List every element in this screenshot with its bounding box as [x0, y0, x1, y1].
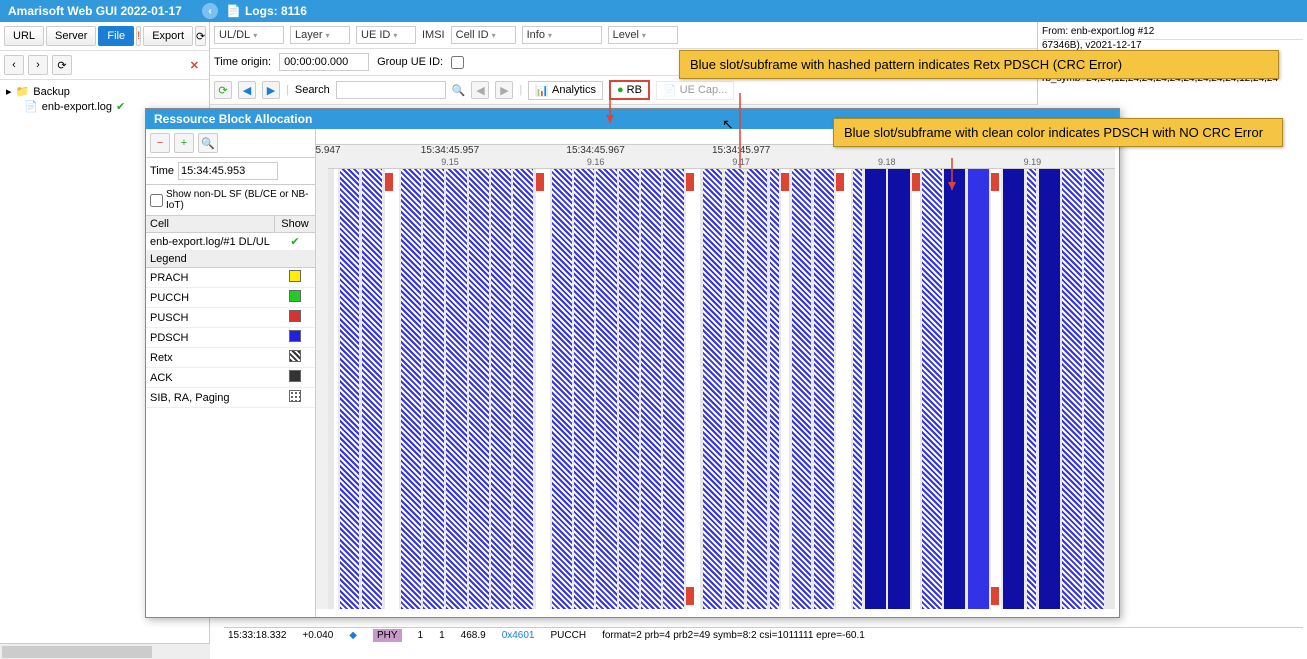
rb-cell-table: Cell Show enb-export.log/#1 DL/UL ✔ Lege…: [146, 216, 315, 408]
arrow-retx-to-rb: [600, 93, 750, 188]
app-title: Amarisoft Web GUI 2022-01-17: [8, 4, 182, 18]
rb-left-panel: − + 🔍 Time Show non-DL SF (BL/CE or NB-I…: [146, 129, 316, 617]
filter-uldl[interactable]: UL/DL▾: [214, 26, 284, 44]
zoom-fit-icon[interactable]: 🔍: [198, 133, 218, 153]
server-button[interactable]: Server: [46, 26, 96, 46]
app-header: Amarisoft Web GUI 2022-01-17 ‹ 📄 Logs: 8…: [0, 0, 1307, 22]
chart-plot: [328, 169, 1115, 609]
error-icon[interactable]: !: [136, 26, 141, 46]
status-rest: format=2 prb=4 prb2=49 symb=8:2 csi=1011…: [602, 630, 865, 641]
show-nondl-checkbox[interactable]: [150, 194, 163, 207]
next-icon[interactable]: ›: [28, 55, 48, 75]
show-nondl-label: Show non-DL SF (BL/CE or NB-IoT): [166, 189, 311, 211]
left-toolbar: URL Server File ! Export ⟳: [0, 22, 209, 51]
hscroll-thumb[interactable]: [2, 646, 152, 658]
legend-row-retx: Retx: [146, 348, 315, 368]
dir-icon: ◆: [349, 630, 357, 641]
prev-icon[interactable]: ‹: [4, 55, 24, 75]
status-c2: 1: [439, 630, 445, 641]
legend-header: Legend: [146, 251, 315, 268]
file-icon: 📄: [24, 100, 38, 113]
status-c1: 1: [418, 630, 424, 641]
group-ueid-label: Group UE ID:: [377, 56, 443, 68]
rb-time-input[interactable]: [178, 162, 278, 180]
legend-row-pusch: PUSCH: [146, 308, 315, 328]
legend-row-ack: ACK: [146, 368, 315, 388]
doc-icon: 📄: [226, 4, 241, 18]
logs-title: Logs: 8116: [245, 4, 307, 18]
cell-row[interactable]: enb-export.log/#1 DL/UL ✔: [146, 233, 315, 251]
group-ueid-checkbox[interactable]: [451, 56, 464, 69]
back-icon[interactable]: ‹: [202, 3, 218, 19]
search-label: Search: [295, 84, 330, 96]
time-origin-input[interactable]: [279, 53, 369, 71]
nav-prev-icon[interactable]: ◀: [238, 81, 256, 99]
filter-ueid[interactable]: UE ID▾: [356, 26, 416, 44]
filter-imsi-label: IMSI: [422, 29, 445, 41]
legend-row-pucch: PUCCH: [146, 288, 315, 308]
filter-info[interactable]: Info▾: [522, 26, 602, 44]
info-from: From: enb-export.log #12: [1042, 24, 1303, 40]
nav-next-icon[interactable]: ▶: [262, 81, 280, 99]
callout-clean: Blue slot/subframe with clean color indi…: [833, 118, 1283, 147]
search-input[interactable]: [336, 81, 446, 99]
chart-area: 5.94715:34:45.95715:34:45.96715:34:45.97…: [328, 145, 1115, 609]
triangle-icon: ▸: [6, 85, 12, 98]
refresh2-icon[interactable]: ⟳: [52, 55, 72, 75]
status-c4: 0x4601: [502, 630, 535, 641]
filter-cellid[interactable]: Cell ID▾: [451, 26, 516, 44]
check-icon: ✔: [116, 100, 125, 113]
url-button[interactable]: URL: [4, 26, 44, 46]
zoom-out-icon[interactable]: −: [150, 133, 170, 153]
filter-level[interactable]: Level▾: [608, 26, 678, 44]
legend-row-sib-ra-paging: SIB, RA, Paging: [146, 388, 315, 408]
arrow-clean: [942, 158, 962, 198]
rb-time-label: Time: [150, 165, 174, 177]
export-button[interactable]: Export: [143, 26, 193, 46]
callout-retx: Blue slot/subframe with hashed pattern i…: [679, 50, 1279, 79]
cell-header: Cell: [146, 216, 275, 232]
status-delta: +0.040: [302, 630, 333, 641]
binoculars-icon[interactable]: 🔍: [452, 84, 466, 97]
cursor-icon: ↖: [722, 116, 734, 133]
status-row: 15:33:18.332 +0.040 ◆ PHY 1 1 468.9 0x46…: [224, 627, 1303, 643]
reload-icon[interactable]: ⟳: [214, 81, 232, 99]
file-button[interactable]: File: [98, 26, 134, 46]
chart-y-axis: [316, 145, 328, 609]
clear-icon[interactable]: ✕: [184, 57, 205, 74]
folder-icon: 📁: [16, 85, 30, 98]
status-time: 15:33:18.332: [228, 630, 286, 641]
rb-chart[interactable]: 5.94715:34:45.95715:34:45.96715:34:45.97…: [316, 129, 1119, 617]
legend-row-pdsch: PDSCH: [146, 328, 315, 348]
analytics-button[interactable]: 📊Analytics: [528, 81, 603, 100]
refresh-icon[interactable]: ⟳: [195, 26, 206, 46]
legend-row-prach: PRACH: [146, 268, 315, 288]
filter-layer[interactable]: Layer▾: [290, 26, 350, 44]
status-phy: PHY: [373, 629, 402, 642]
zoom-in-icon[interactable]: +: [174, 133, 194, 153]
time-origin-label: Time origin:: [214, 56, 271, 68]
show-header: Show: [275, 216, 315, 232]
search-next-icon[interactable]: ▶: [495, 81, 513, 99]
tree-folder-backup[interactable]: ▸ 📁 Backup: [6, 84, 203, 99]
check-icon: ✔: [290, 236, 299, 248]
status-chan: PUCCH: [551, 630, 587, 641]
left-icons-row: ‹ › ⟳ ✕: [0, 51, 209, 80]
status-c3: 468.9: [461, 630, 486, 641]
search-prev-icon[interactable]: ◀: [471, 81, 489, 99]
filter-row: UL/DL▾ Layer▾ UE ID▾ IMSI Cell ID▾ Info▾…: [210, 22, 1037, 49]
left-hscrollbar[interactable]: [0, 643, 210, 659]
